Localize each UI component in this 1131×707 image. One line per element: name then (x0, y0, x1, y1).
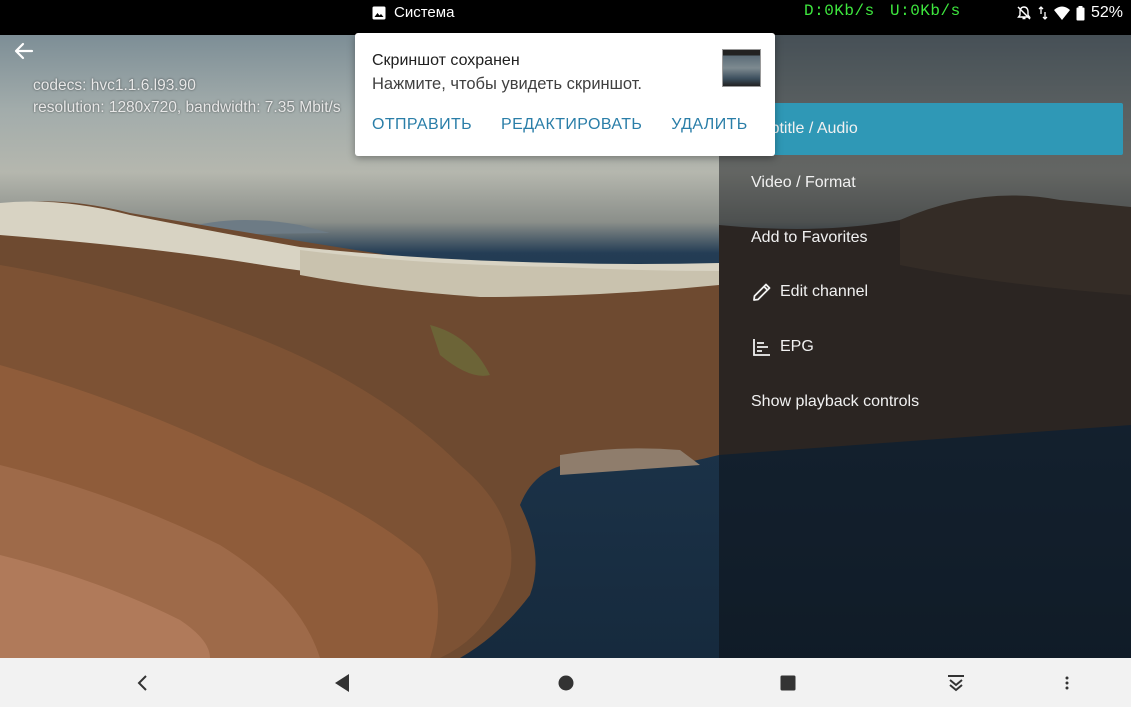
recents-square-icon (780, 675, 796, 691)
epg-list-icon (753, 339, 770, 356)
menu-item-add-favorites[interactable]: Add to Favorites (719, 212, 1123, 264)
notification-pulldown-icon (948, 675, 964, 692)
menu-item-edit-channel[interactable]: Edit channel (719, 266, 1123, 318)
delete-button[interactable]: УДАЛИТЬ (671, 116, 747, 134)
notification-actions: ОТПРАВИТЬ РЕДАКТИРОВАТЬ УДАЛИТЬ (372, 116, 748, 134)
nav-recents-button[interactable] (775, 670, 801, 696)
back-arrow-button[interactable] (14, 41, 46, 73)
pencil-icon (753, 283, 771, 301)
navigation-bar (0, 658, 1131, 707)
nav-home-button[interactable] (553, 670, 579, 696)
menu-item-show-playback-controls[interactable]: Show playback controls (719, 376, 1123, 428)
status-icons: 52% (1016, 4, 1123, 22)
menu-item-label: Add to Favorites (751, 229, 868, 246)
battery-percentage: 52% (1090, 4, 1123, 21)
arrow-left-icon (14, 42, 34, 60)
battery-icon (1076, 5, 1085, 20)
menu-item-subtitle-audio[interactable]: Subtitle / Audio (719, 103, 1123, 155)
edit-button[interactable]: РЕДАКТИРОВАТЬ (501, 116, 642, 134)
nav-notification-pulldown-button[interactable] (943, 670, 969, 696)
stream-info: codecs: hvc1.1.6.l93.90 resolution: 1280… (33, 75, 341, 119)
chevron-left-icon (137, 675, 147, 691)
menu-item-label: Edit channel (780, 283, 869, 300)
wifi-icon (1053, 6, 1070, 20)
image-icon (372, 6, 386, 19)
notifications-off-icon (1017, 6, 1031, 20)
resolution-text: resolution: 1280x720, bandwidth: 7.35 Mb… (33, 99, 341, 116)
player-side-menu: Subtitle / Audio Video / Format Add to F… (719, 35, 1131, 658)
screenshot-notification[interactable]: Скриншот сохранен Нажмите, чтобы увидеть… (355, 33, 775, 156)
home-circle-icon (558, 675, 574, 691)
codecs-text: codecs: hvc1.1.6.l93.90 (33, 77, 196, 94)
nav-more-button[interactable] (1054, 670, 1080, 696)
nav-back-button[interactable] (329, 670, 355, 696)
menu-item-video-format[interactable]: Video / Format (719, 157, 1123, 209)
menu-item-label: Video / Format (751, 174, 856, 191)
screenshot-thumbnail (722, 49, 761, 87)
notification-title: Скриншот сохранен (372, 52, 520, 69)
menu-item-label: EPG (780, 338, 814, 355)
menu-item-epg[interactable]: EPG (719, 321, 1123, 373)
data-transfer-icon (1038, 6, 1048, 20)
status-app-name: Система (394, 4, 455, 21)
status-app: Система (372, 4, 454, 21)
menu-item-label: Show playback controls (751, 393, 920, 410)
nav-chevron-button[interactable] (130, 670, 156, 696)
notification-text: Нажмите, чтобы увидеть скриншот. (372, 75, 643, 93)
download-speed: D:0Kb/s (804, 2, 875, 20)
upload-speed: U:0Kb/s (890, 2, 961, 20)
share-button[interactable]: ОТПРАВИТЬ (372, 116, 472, 134)
back-triangle-icon (335, 674, 349, 692)
more-vert-icon (1065, 676, 1069, 690)
status-bar: Система D:0Kb/s U:0Kb/s 52% (0, 0, 1131, 35)
